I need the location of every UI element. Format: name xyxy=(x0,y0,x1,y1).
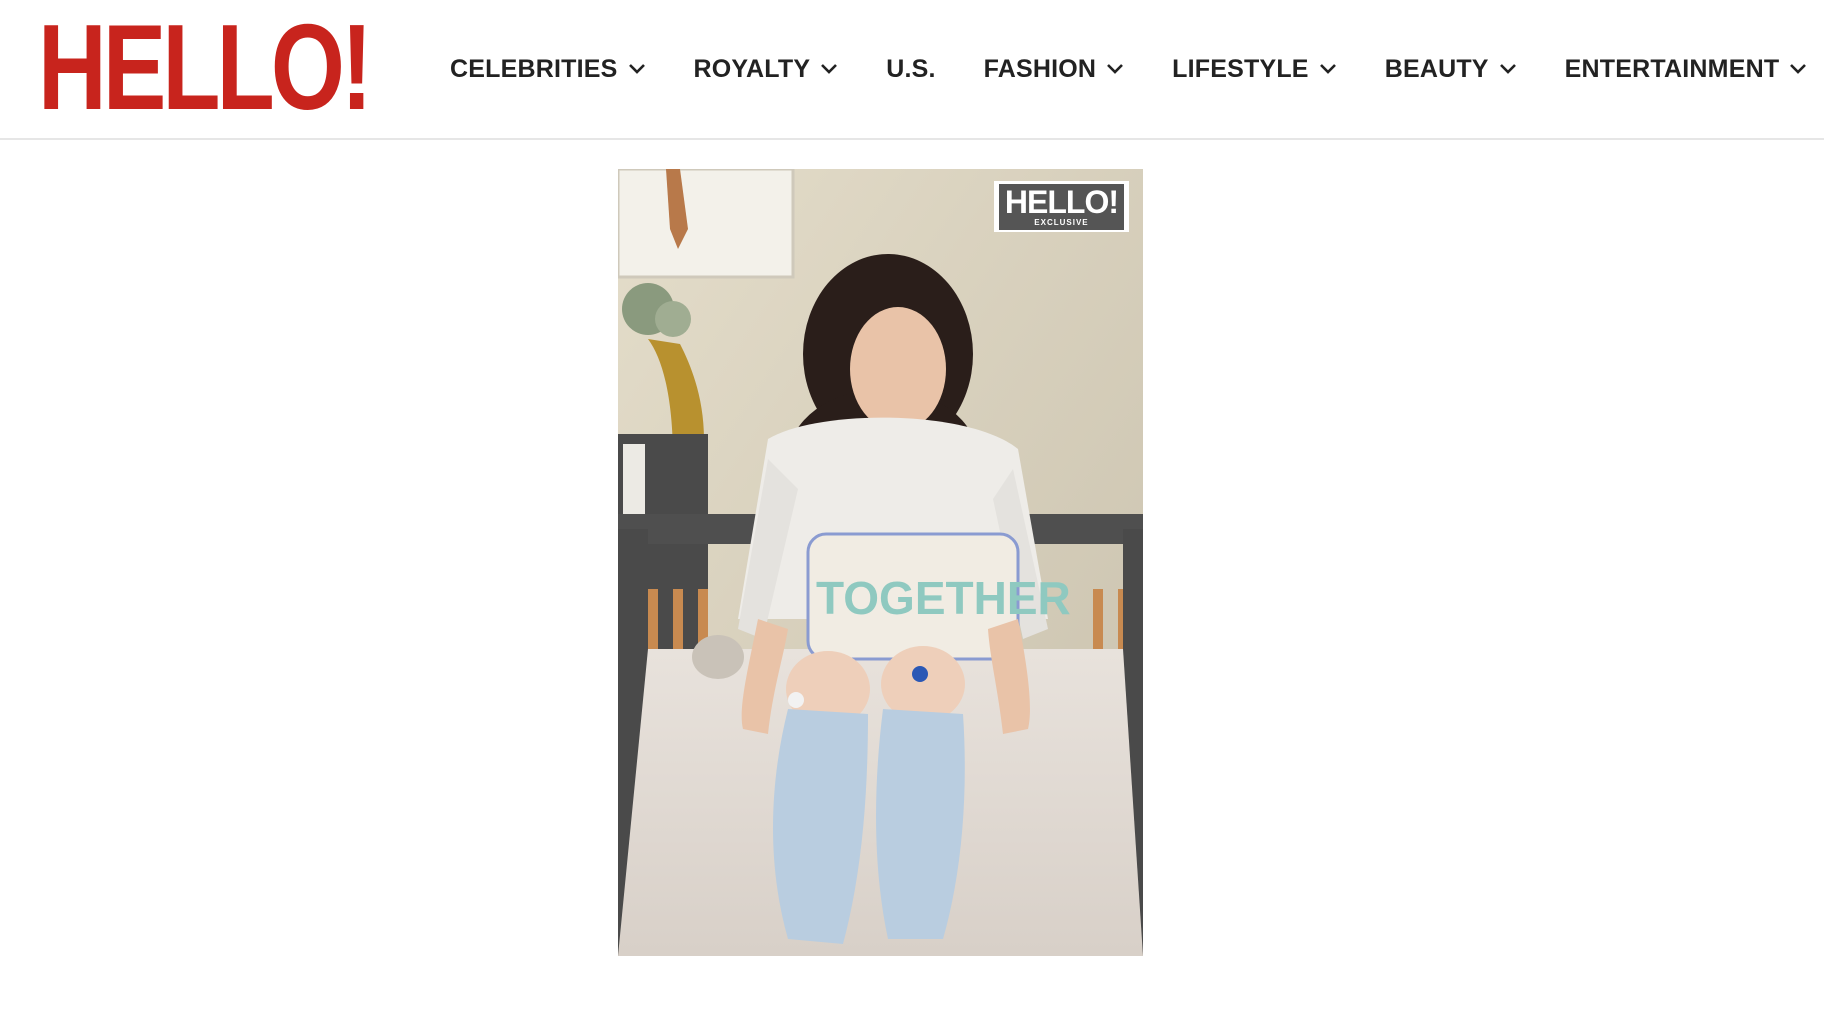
watermark-title: HELLO! xyxy=(1004,184,1119,220)
nav-item-celebrities[interactable]: CELEBRITIES xyxy=(450,55,646,84)
chevron-down-icon xyxy=(820,63,838,75)
hello-exclusive-watermark: HELLO! EXCLUSIVE xyxy=(993,181,1129,232)
article-hero-photo[interactable]: TOGETHER HELLO! EXCLUSIVE xyxy=(618,169,1143,956)
main-nav: CELEBRITIES ROYALTY U.S. FASHION LIFESTY… xyxy=(450,44,1807,94)
nav-item-entertainment[interactable]: ENTERTAINMENT xyxy=(1565,55,1808,84)
nav-label: FASHION xyxy=(983,54,1097,83)
nav-label: ENTERTAINMENT xyxy=(1564,54,1780,83)
nav-label: BEAUTY xyxy=(1384,54,1489,83)
nav-label: CELEBRITIES xyxy=(450,54,618,83)
nav-item-beauty[interactable]: BEAUTY xyxy=(1385,55,1517,84)
chevron-down-icon xyxy=(1106,63,1124,75)
hello-logo: HELLO! xyxy=(38,0,373,135)
chevron-down-icon xyxy=(1319,63,1337,75)
hello-logo-link[interactable]: HELLO! xyxy=(38,6,462,128)
nav-item-lifestyle[interactable]: LIFESTYLE xyxy=(1172,55,1337,84)
nav-label: LIFESTYLE xyxy=(1172,54,1309,83)
site-header: HELLO! CELEBRITIES ROYALTY U.S. FASHION … xyxy=(0,0,1824,140)
chevron-down-icon xyxy=(1789,63,1807,75)
nav-label: ROYALTY xyxy=(693,54,811,83)
watermark-subtitle: EXCLUSIVE xyxy=(1034,218,1089,227)
nav-label: U.S. xyxy=(886,54,936,83)
pillow-text: TOGETHER xyxy=(816,572,1071,624)
nav-item-royalty[interactable]: ROYALTY xyxy=(694,55,839,84)
chevron-down-icon xyxy=(1499,63,1517,75)
photo-illustration: TOGETHER xyxy=(618,169,1143,956)
nav-item-us[interactable]: U.S. xyxy=(886,55,935,84)
chevron-down-icon xyxy=(628,63,646,75)
nav-item-fashion[interactable]: FASHION xyxy=(984,55,1125,84)
